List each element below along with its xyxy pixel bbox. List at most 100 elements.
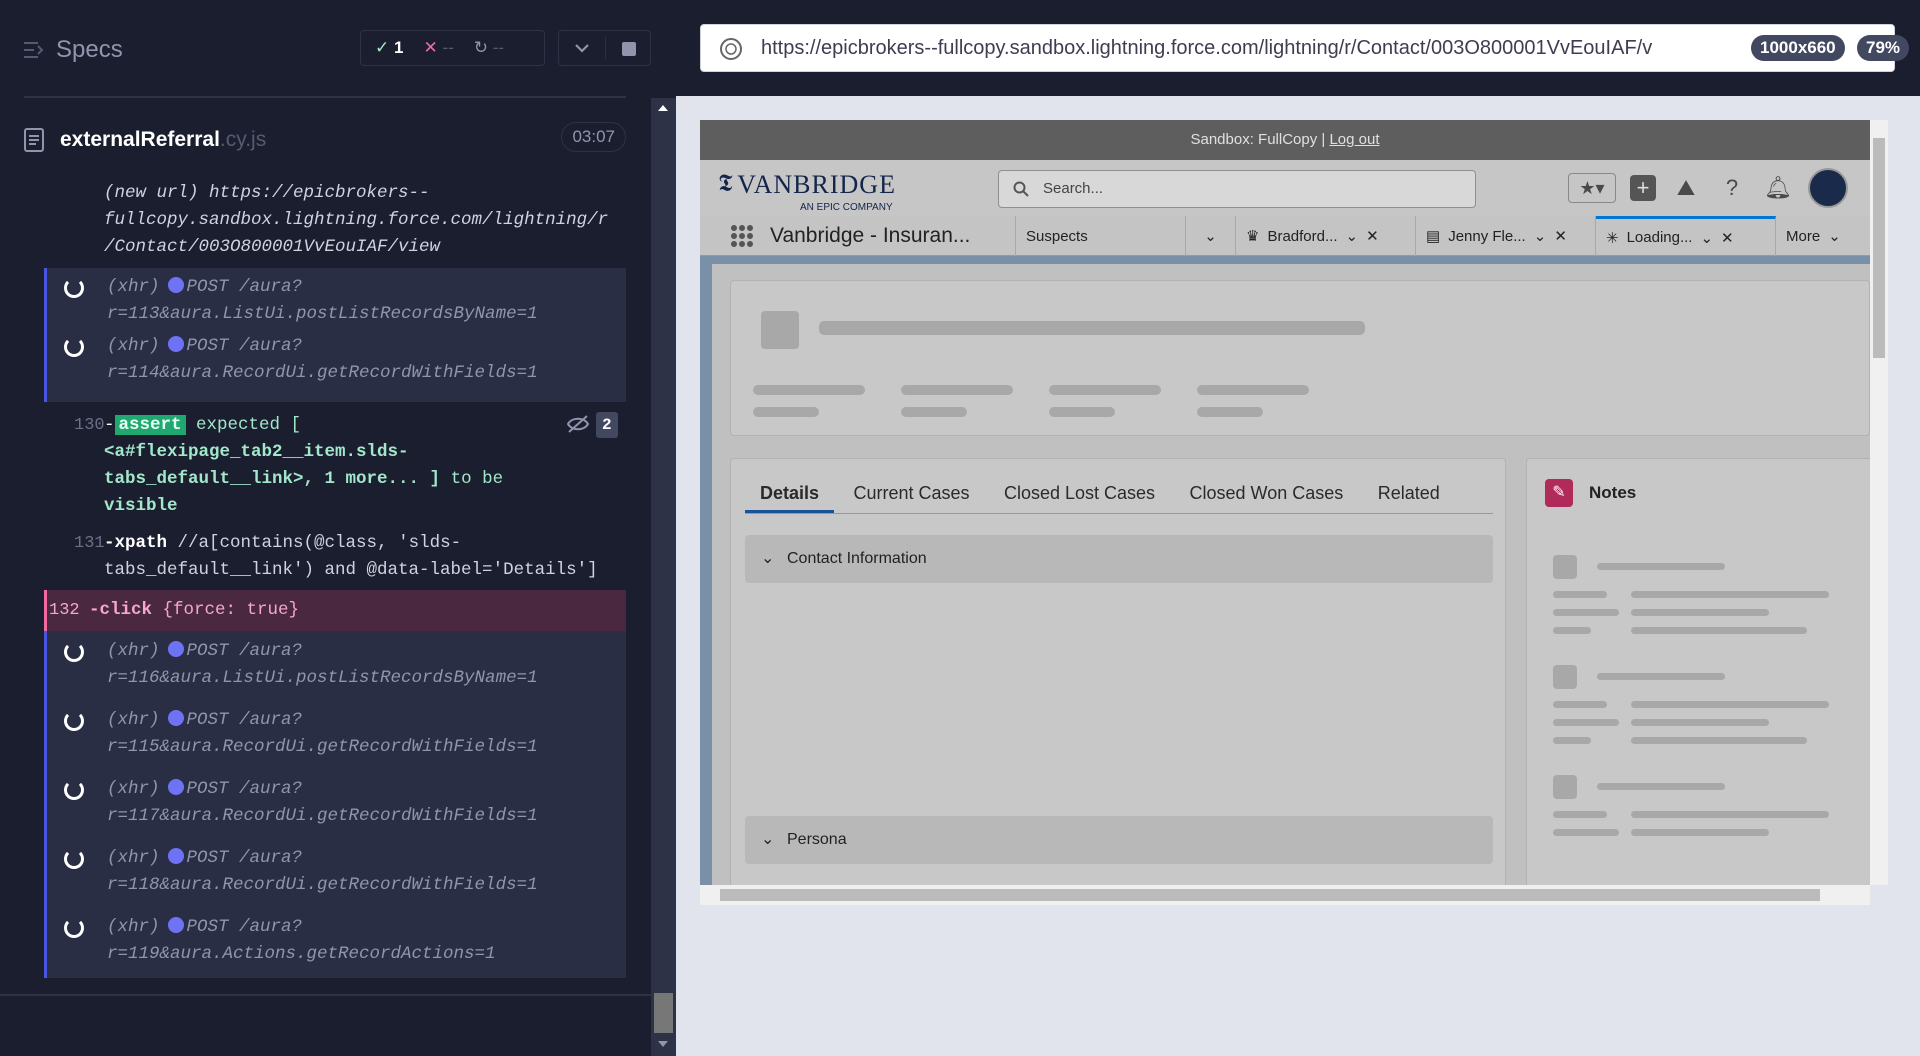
chevron-down-icon: ⌄ xyxy=(761,550,775,567)
notes-icon: ✎ xyxy=(1545,479,1573,507)
stop-icon[interactable] xyxy=(622,42,636,56)
nav-dropdown[interactable]: ⌄ xyxy=(1186,216,1236,256)
spinner-icon xyxy=(64,918,84,938)
tab-bradford[interactable]: ♛ Bradford... ⌄ ✕ xyxy=(1236,216,1416,256)
log-xhr-item[interactable]: (xhr) POST /aura? r=117&aura.RecordUi.get… xyxy=(107,776,538,830)
app-launcher[interactable]: Vanbridge - Insuran... xyxy=(700,216,1016,256)
chevron-down-icon: ⌄ xyxy=(1204,228,1217,245)
spinner-icon xyxy=(64,337,84,357)
specs-label: Specs xyxy=(56,36,123,63)
viewport-badge: 1000x660 xyxy=(1751,35,1845,61)
record-header-skeleton xyxy=(730,280,1870,436)
tab-closed-lost-cases[interactable]: Closed Lost Cases xyxy=(989,473,1170,513)
file-icon xyxy=(24,128,44,152)
log-url-item[interactable]: (new url) https://epicbrokers-- fullcopy… xyxy=(44,180,626,266)
spec-duration: 03:07 xyxy=(561,122,626,152)
chevron-down-icon: ⌄ xyxy=(761,831,775,848)
scroll-thumb[interactable] xyxy=(654,993,673,1033)
log-assert-item[interactable]: 130 - assert expected [ <a#flexipage_tab2… xyxy=(44,412,626,524)
xhr-dot-icon xyxy=(167,709,184,726)
scroll-up-icon[interactable] xyxy=(657,104,669,112)
preview-vertical-scrollbar[interactable] xyxy=(1870,120,1888,885)
contact-card-icon: ▤ xyxy=(1426,228,1441,245)
app-preview-panel: https://epicbrokers--fullcopy.sandbox.li… xyxy=(676,0,1920,1056)
xhr-dot-icon xyxy=(167,778,184,795)
details-card: Details Current Cases Closed Lost Cases … xyxy=(730,458,1506,905)
test-stats: ✓ 1 ✕ -- ↻ -- xyxy=(360,30,545,66)
tab-suspects[interactable]: Suspects xyxy=(1016,216,1186,256)
chevron-down-icon: ⌄ xyxy=(1828,228,1841,245)
detail-tabs: Details Current Cases Closed Lost Cases … xyxy=(745,473,1493,514)
line-number: 131 xyxy=(74,534,105,553)
add-icon[interactable]: + xyxy=(1630,175,1656,201)
xhr-group: (xhr) POST /aura? r=113&aura.ListUi.postL… xyxy=(44,268,626,402)
tab-jenny[interactable]: ▤ Jenny Fle... ⌄ ✕ xyxy=(1416,216,1596,256)
url-bar[interactable]: https://epicbrokers--fullcopy.sandbox.li… xyxy=(700,24,1910,72)
command-log-scrollbar[interactable] xyxy=(651,98,676,1056)
xhr-dot-icon xyxy=(167,335,184,352)
url-line-1: (new url) https://epicbrokers-- xyxy=(104,183,430,203)
preview-horizontal-scrollbar[interactable] xyxy=(700,885,1870,905)
section-persona[interactable]: ⌄ Persona xyxy=(745,816,1493,864)
chevron-down-icon: ⌄ xyxy=(1345,228,1359,245)
xhr-group: (xhr) POST /aura? r=116&aura.ListUi.postL… xyxy=(44,631,626,978)
search-input[interactable]: Search... xyxy=(998,170,1476,208)
app-name: Vanbridge - Insuran... xyxy=(770,224,971,247)
spinner-icon xyxy=(64,711,84,731)
bell-icon[interactable]: 🔔︎ xyxy=(1762,172,1794,204)
tab-loading[interactable]: ✳ Loading... ⌄ ✕ xyxy=(1596,216,1776,256)
log-xhr-item[interactable]: (xhr) POST /aura? r=116&aura.ListUi.postL… xyxy=(107,638,538,692)
chevron-down-icon[interactable] xyxy=(574,42,590,54)
close-icon: ✕ xyxy=(1366,228,1379,245)
url-line-2: fullcopy.sandbox.lightning.force.com/lig… xyxy=(104,210,609,230)
specs-button[interactable]: Specs xyxy=(24,36,123,64)
xhr-dot-icon xyxy=(167,916,184,933)
sandbox-banner: Sandbox: FullCopy | Log out xyxy=(700,120,1870,160)
favorites-icon[interactable]: ★▾ xyxy=(1568,173,1616,203)
logout-link[interactable]: Log out xyxy=(1329,131,1379,148)
tab-related[interactable]: Related xyxy=(1363,473,1455,513)
log-xhr-item[interactable]: (xhr) POST /aura? r=119&aura.Actions.getR… xyxy=(107,914,496,968)
assert-badge: assert xyxy=(114,415,186,435)
log-xhr-item[interactable]: (xhr) POST /aura? r=113&aura.ListUi.postL… xyxy=(107,274,538,328)
scroll-down-icon[interactable] xyxy=(657,1040,669,1048)
log-xpath-item[interactable]: 131 -xpath //a[contains(@class, 'slds- t… xyxy=(44,530,626,588)
log-click-item[interactable]: 132 -click {force: true} xyxy=(44,590,626,631)
eye-hidden-icon xyxy=(566,415,590,433)
sf-nav-bar: Vanbridge - Insuran... Suspects ⌄ ♛ Bradf… xyxy=(700,216,1870,256)
notes-title: Notes xyxy=(1589,483,1637,502)
tab-closed-won-cases[interactable]: Closed Won Cases xyxy=(1175,473,1359,513)
url-line-3: /Contact/003O800001VvEouIAF/view xyxy=(104,237,441,257)
scroll-thumb[interactable] xyxy=(720,889,1820,901)
xhr-dot-icon xyxy=(167,640,184,657)
logo-mark-icon: 𝕿 xyxy=(718,170,733,197)
xhr-dot-icon xyxy=(167,847,184,864)
section-contact-information[interactable]: ⌄ Contact Information xyxy=(745,535,1493,583)
tab-details[interactable]: Details xyxy=(745,473,835,513)
spec-ext: .cy.js xyxy=(219,128,267,151)
tab-current-cases[interactable]: Current Cases xyxy=(838,473,984,513)
scroll-thumb[interactable] xyxy=(1873,138,1885,358)
log-xhr-item[interactable]: (xhr) POST /aura? r=118&aura.RecordUi.get… xyxy=(107,845,538,899)
app-launcher-icon[interactable] xyxy=(730,224,754,248)
assert-count-badge: 2 xyxy=(596,412,618,438)
log-xhr-item[interactable]: (xhr) POST /aura? r=114&aura.RecordUi.get… xyxy=(107,333,538,387)
log-xhr-item[interactable]: (xhr) POST /aura? r=115&aura.RecordUi.get… xyxy=(107,707,538,761)
close-icon: ✕ xyxy=(1721,229,1734,247)
pending-count: -- xyxy=(492,38,505,57)
avatar[interactable] xyxy=(1808,168,1848,208)
command-log-panel: Specs ✓ 1 ✕ -- ↻ -- externalReferral.cy.… xyxy=(0,0,676,1056)
pending-icon: ↻ xyxy=(473,38,489,57)
loading-icon: ✳ xyxy=(1606,229,1619,247)
spinner-icon xyxy=(64,642,84,662)
passed-count: 1 xyxy=(393,38,404,57)
help-icon[interactable]: ? xyxy=(1716,172,1748,204)
trailhead-icon[interactable]: ⛰ xyxy=(1670,172,1702,204)
reporter-header: Specs ✓ 1 ✕ -- ↻ -- xyxy=(0,0,676,98)
search-icon xyxy=(1013,181,1029,197)
chevron-down-icon: ⌄ xyxy=(1533,228,1547,245)
tab-more[interactable]: More ⌄ xyxy=(1776,216,1870,256)
url-text: https://epicbrokers--fullcopy.sandbox.li… xyxy=(761,37,1653,59)
app-under-test-frame: Sandbox: FullCopy | Log out 𝕿 VANBRIDGE … xyxy=(700,120,1870,905)
spinner-icon xyxy=(64,849,84,869)
